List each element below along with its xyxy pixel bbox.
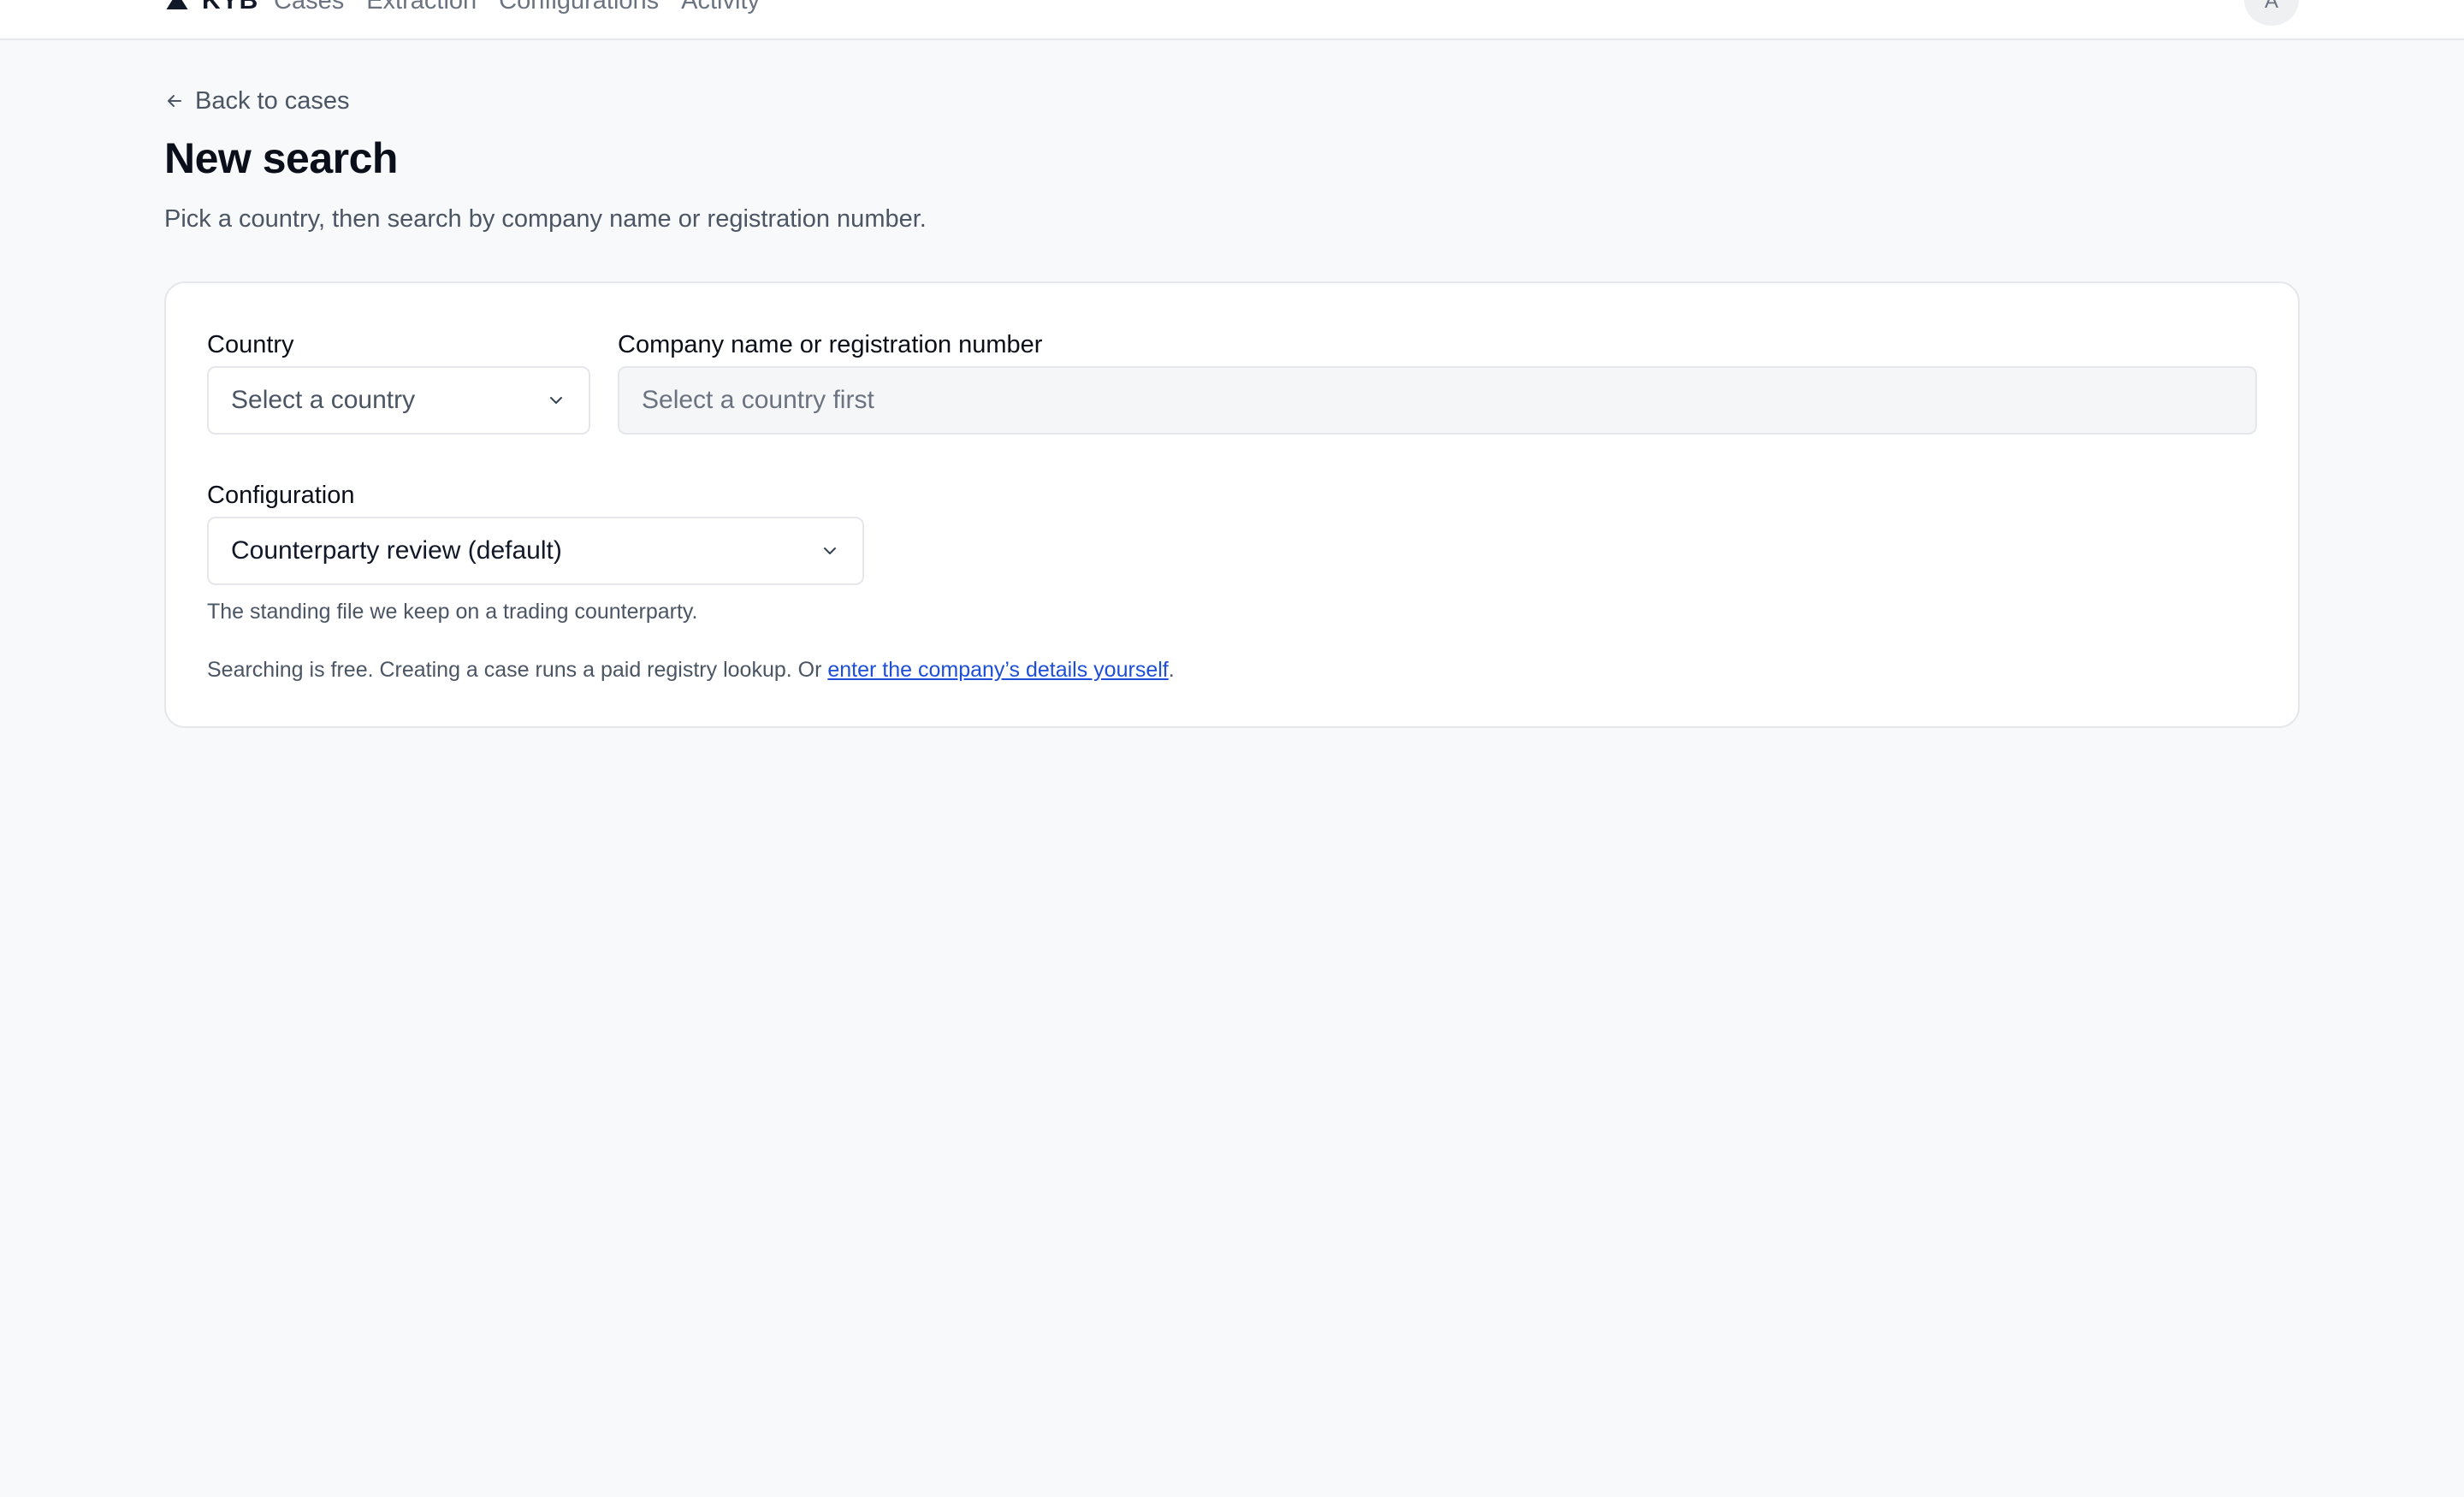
brand-name: KYB (202, 0, 259, 15)
logo-icon (166, 0, 188, 9)
main-nav: Cases Extraction Configurations Activity (274, 0, 760, 14)
company-search-input[interactable] (642, 386, 2233, 415)
nav-item-extraction[interactable]: Extraction (366, 0, 477, 14)
search-footer-note: Searching is free. Creating a case runs … (207, 658, 1175, 683)
configuration-help-text: The standing file we keep on a trading c… (207, 600, 698, 624)
company-label: Company name or registration number (618, 331, 1043, 358)
nav-item-cases[interactable]: Cases (274, 0, 344, 14)
back-to-cases-link[interactable]: Back to cases (164, 86, 350, 116)
nav-item-configurations[interactable]: Configurations (499, 0, 659, 14)
country-label: Country (207, 331, 294, 358)
manual-entry-link[interactable]: enter the company’s details yourself (827, 658, 1168, 682)
page-title: New search (164, 134, 398, 182)
footer-end: . (1168, 658, 1175, 682)
company-search-field[interactable] (618, 366, 2257, 435)
country-select-value: Select a country (231, 386, 416, 414)
page-subtitle: Pick a country, then search by company n… (164, 205, 927, 233)
chevron-down-icon (824, 547, 836, 554)
configuration-select[interactable]: Counterparty review (default) (207, 517, 864, 585)
configuration-label: Configuration (207, 482, 355, 509)
configuration-select-value: Counterparty review (default) (231, 536, 562, 565)
brand[interactable]: KYB (164, 0, 259, 15)
avatar-initial: A (2264, 0, 2278, 13)
nav-item-activity[interactable]: Activity (681, 0, 760, 14)
avatar[interactable]: A (2244, 0, 2299, 26)
country-select[interactable]: Select a country (207, 366, 590, 435)
top-navigation-bar: KYB Cases Extraction Configurations Acti… (0, 0, 2464, 40)
back-link-label: Back to cases (195, 86, 350, 115)
chevron-down-icon (550, 397, 562, 404)
search-form-card: Country Select a country Company name or… (164, 281, 2300, 728)
footer-text: Searching is free. Creating a case runs … (207, 658, 828, 682)
arrow-left-icon (168, 95, 181, 107)
